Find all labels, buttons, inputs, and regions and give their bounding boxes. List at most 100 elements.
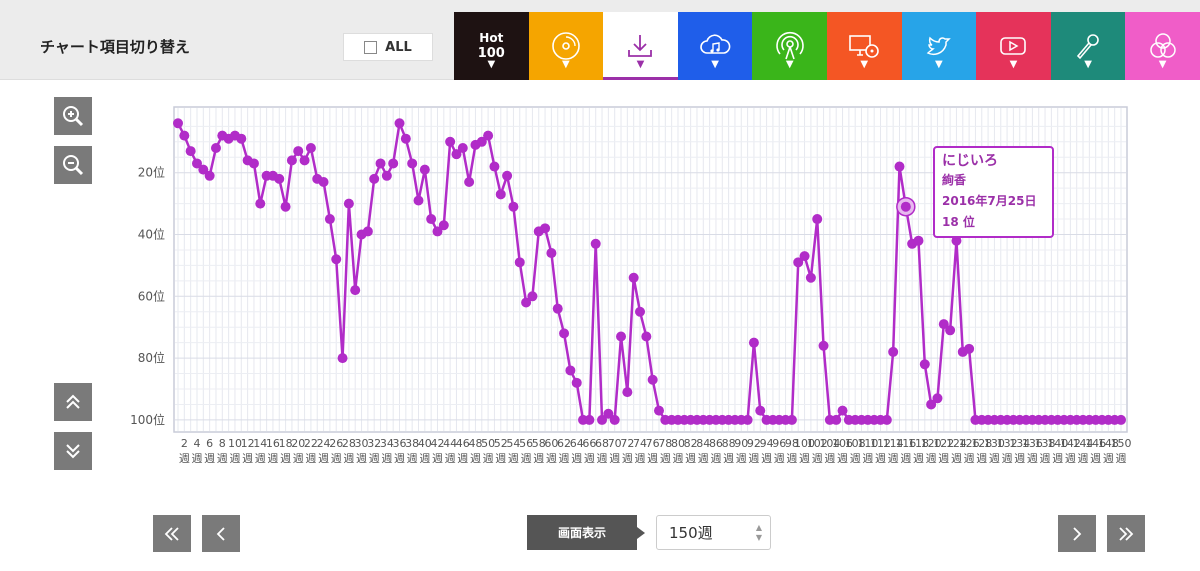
data-point[interactable] bbox=[318, 176, 329, 187]
data-point[interactable] bbox=[445, 136, 456, 147]
data-point[interactable] bbox=[179, 130, 190, 141]
data-point[interactable] bbox=[919, 359, 930, 370]
data-point[interactable] bbox=[388, 158, 399, 169]
data-point[interactable] bbox=[559, 328, 570, 339]
data-point[interactable] bbox=[426, 214, 437, 225]
data-point[interactable] bbox=[413, 195, 424, 206]
data-point[interactable] bbox=[305, 142, 316, 153]
tab-all[interactable]: ▼ bbox=[1125, 12, 1200, 80]
tab-video[interactable]: ▼ bbox=[976, 12, 1051, 80]
data-point[interactable] bbox=[248, 158, 259, 169]
data-point[interactable] bbox=[419, 164, 430, 175]
data-point[interactable] bbox=[236, 133, 247, 144]
data-point[interactable] bbox=[818, 340, 829, 351]
data-point[interactable] bbox=[742, 414, 753, 425]
bar-title: チャート項目切り替え bbox=[40, 38, 190, 56]
data-point[interactable] bbox=[369, 173, 380, 184]
data-point[interactable] bbox=[900, 201, 911, 212]
data-point[interactable] bbox=[546, 248, 557, 259]
data-point[interactable] bbox=[945, 325, 956, 336]
first-page-button[interactable] bbox=[153, 515, 191, 552]
data-point[interactable] bbox=[394, 118, 405, 129]
data-point[interactable] bbox=[913, 235, 924, 246]
data-point[interactable] bbox=[1116, 414, 1126, 425]
data-point[interactable] bbox=[881, 414, 892, 425]
tab-twitter[interactable]: ▼ bbox=[901, 12, 977, 80]
data-point[interactable] bbox=[812, 214, 823, 225]
x-tick-unit: 週 bbox=[356, 452, 367, 465]
data-point[interactable] bbox=[805, 272, 816, 283]
data-point[interactable] bbox=[653, 405, 664, 416]
data-point[interactable] bbox=[755, 405, 766, 416]
x-tick-unit: 週 bbox=[280, 452, 291, 465]
tab-sales[interactable]: ▼ bbox=[528, 12, 604, 80]
data-point[interactable] bbox=[407, 158, 418, 169]
data-point[interactable] bbox=[337, 353, 348, 364]
data-point[interactable] bbox=[628, 272, 639, 283]
data-point[interactable] bbox=[831, 414, 842, 425]
data-point[interactable] bbox=[552, 303, 563, 314]
data-point[interactable] bbox=[438, 220, 449, 231]
data-point[interactable] bbox=[331, 254, 342, 265]
tab-lookup[interactable]: ▼ bbox=[826, 12, 902, 80]
all-checkbox[interactable]: ALL bbox=[343, 33, 433, 61]
data-point[interactable] bbox=[584, 414, 595, 425]
data-point[interactable] bbox=[641, 331, 652, 342]
data-point[interactable] bbox=[375, 158, 386, 169]
data-point[interactable] bbox=[837, 405, 848, 416]
data-point[interactable] bbox=[508, 201, 519, 212]
data-point[interactable] bbox=[932, 393, 943, 404]
data-point[interactable] bbox=[590, 238, 601, 249]
data-point[interactable] bbox=[540, 223, 551, 234]
data-point[interactable] bbox=[293, 146, 304, 157]
data-point[interactable] bbox=[571, 377, 582, 388]
data-point[interactable] bbox=[483, 130, 494, 141]
data-point[interactable] bbox=[173, 118, 183, 129]
data-point[interactable] bbox=[350, 285, 361, 296]
data-point[interactable] bbox=[324, 214, 335, 225]
data-point[interactable] bbox=[565, 365, 576, 376]
last-page-button[interactable] bbox=[1107, 515, 1145, 552]
data-point[interactable] bbox=[255, 198, 266, 209]
tab-hot100[interactable]: Hot 100 ▼ bbox=[454, 12, 529, 80]
tab-karaoke[interactable]: ▼ bbox=[1050, 12, 1126, 80]
x-tick-unit: 週 bbox=[622, 452, 633, 465]
data-point[interactable] bbox=[888, 346, 899, 357]
prev-page-button[interactable] bbox=[202, 515, 240, 552]
data-point[interactable] bbox=[635, 306, 646, 317]
data-point[interactable] bbox=[748, 337, 759, 348]
data-point[interactable] bbox=[495, 189, 506, 200]
data-point[interactable] bbox=[457, 142, 468, 153]
data-point[interactable] bbox=[400, 133, 411, 144]
data-point[interactable] bbox=[204, 170, 215, 181]
data-point[interactable] bbox=[647, 374, 658, 385]
tab-streaming[interactable]: ▼ bbox=[677, 12, 753, 80]
data-point[interactable] bbox=[894, 161, 905, 172]
data-point[interactable] bbox=[502, 170, 513, 181]
data-point[interactable] bbox=[274, 173, 285, 184]
data-point[interactable] bbox=[527, 291, 538, 302]
data-point[interactable] bbox=[185, 146, 196, 157]
data-point[interactable] bbox=[964, 343, 975, 354]
data-point[interactable] bbox=[609, 414, 620, 425]
next-page-button[interactable] bbox=[1058, 515, 1096, 552]
data-point[interactable] bbox=[381, 170, 392, 181]
tab-radio[interactable]: ▼ bbox=[752, 12, 827, 80]
data-point[interactable] bbox=[343, 198, 354, 209]
data-point[interactable] bbox=[616, 331, 627, 342]
data-point[interactable] bbox=[489, 161, 500, 172]
data-point[interactable] bbox=[464, 176, 475, 187]
data-point[interactable] bbox=[280, 201, 291, 212]
data-point[interactable] bbox=[362, 226, 373, 237]
x-tick-unit: 週 bbox=[1002, 452, 1013, 465]
data-point[interactable] bbox=[514, 257, 525, 268]
data-point[interactable] bbox=[799, 251, 810, 262]
data-point[interactable] bbox=[622, 387, 633, 398]
tab-download[interactable]: ▼ bbox=[603, 12, 678, 80]
x-tick-unit: 週 bbox=[799, 452, 810, 465]
data-point[interactable] bbox=[210, 142, 221, 153]
data-point[interactable] bbox=[786, 414, 797, 425]
data-point[interactable] bbox=[286, 155, 297, 166]
weeks-select[interactable]: 150週 ▲ ▼ bbox=[656, 515, 771, 550]
data-point[interactable] bbox=[299, 155, 310, 166]
